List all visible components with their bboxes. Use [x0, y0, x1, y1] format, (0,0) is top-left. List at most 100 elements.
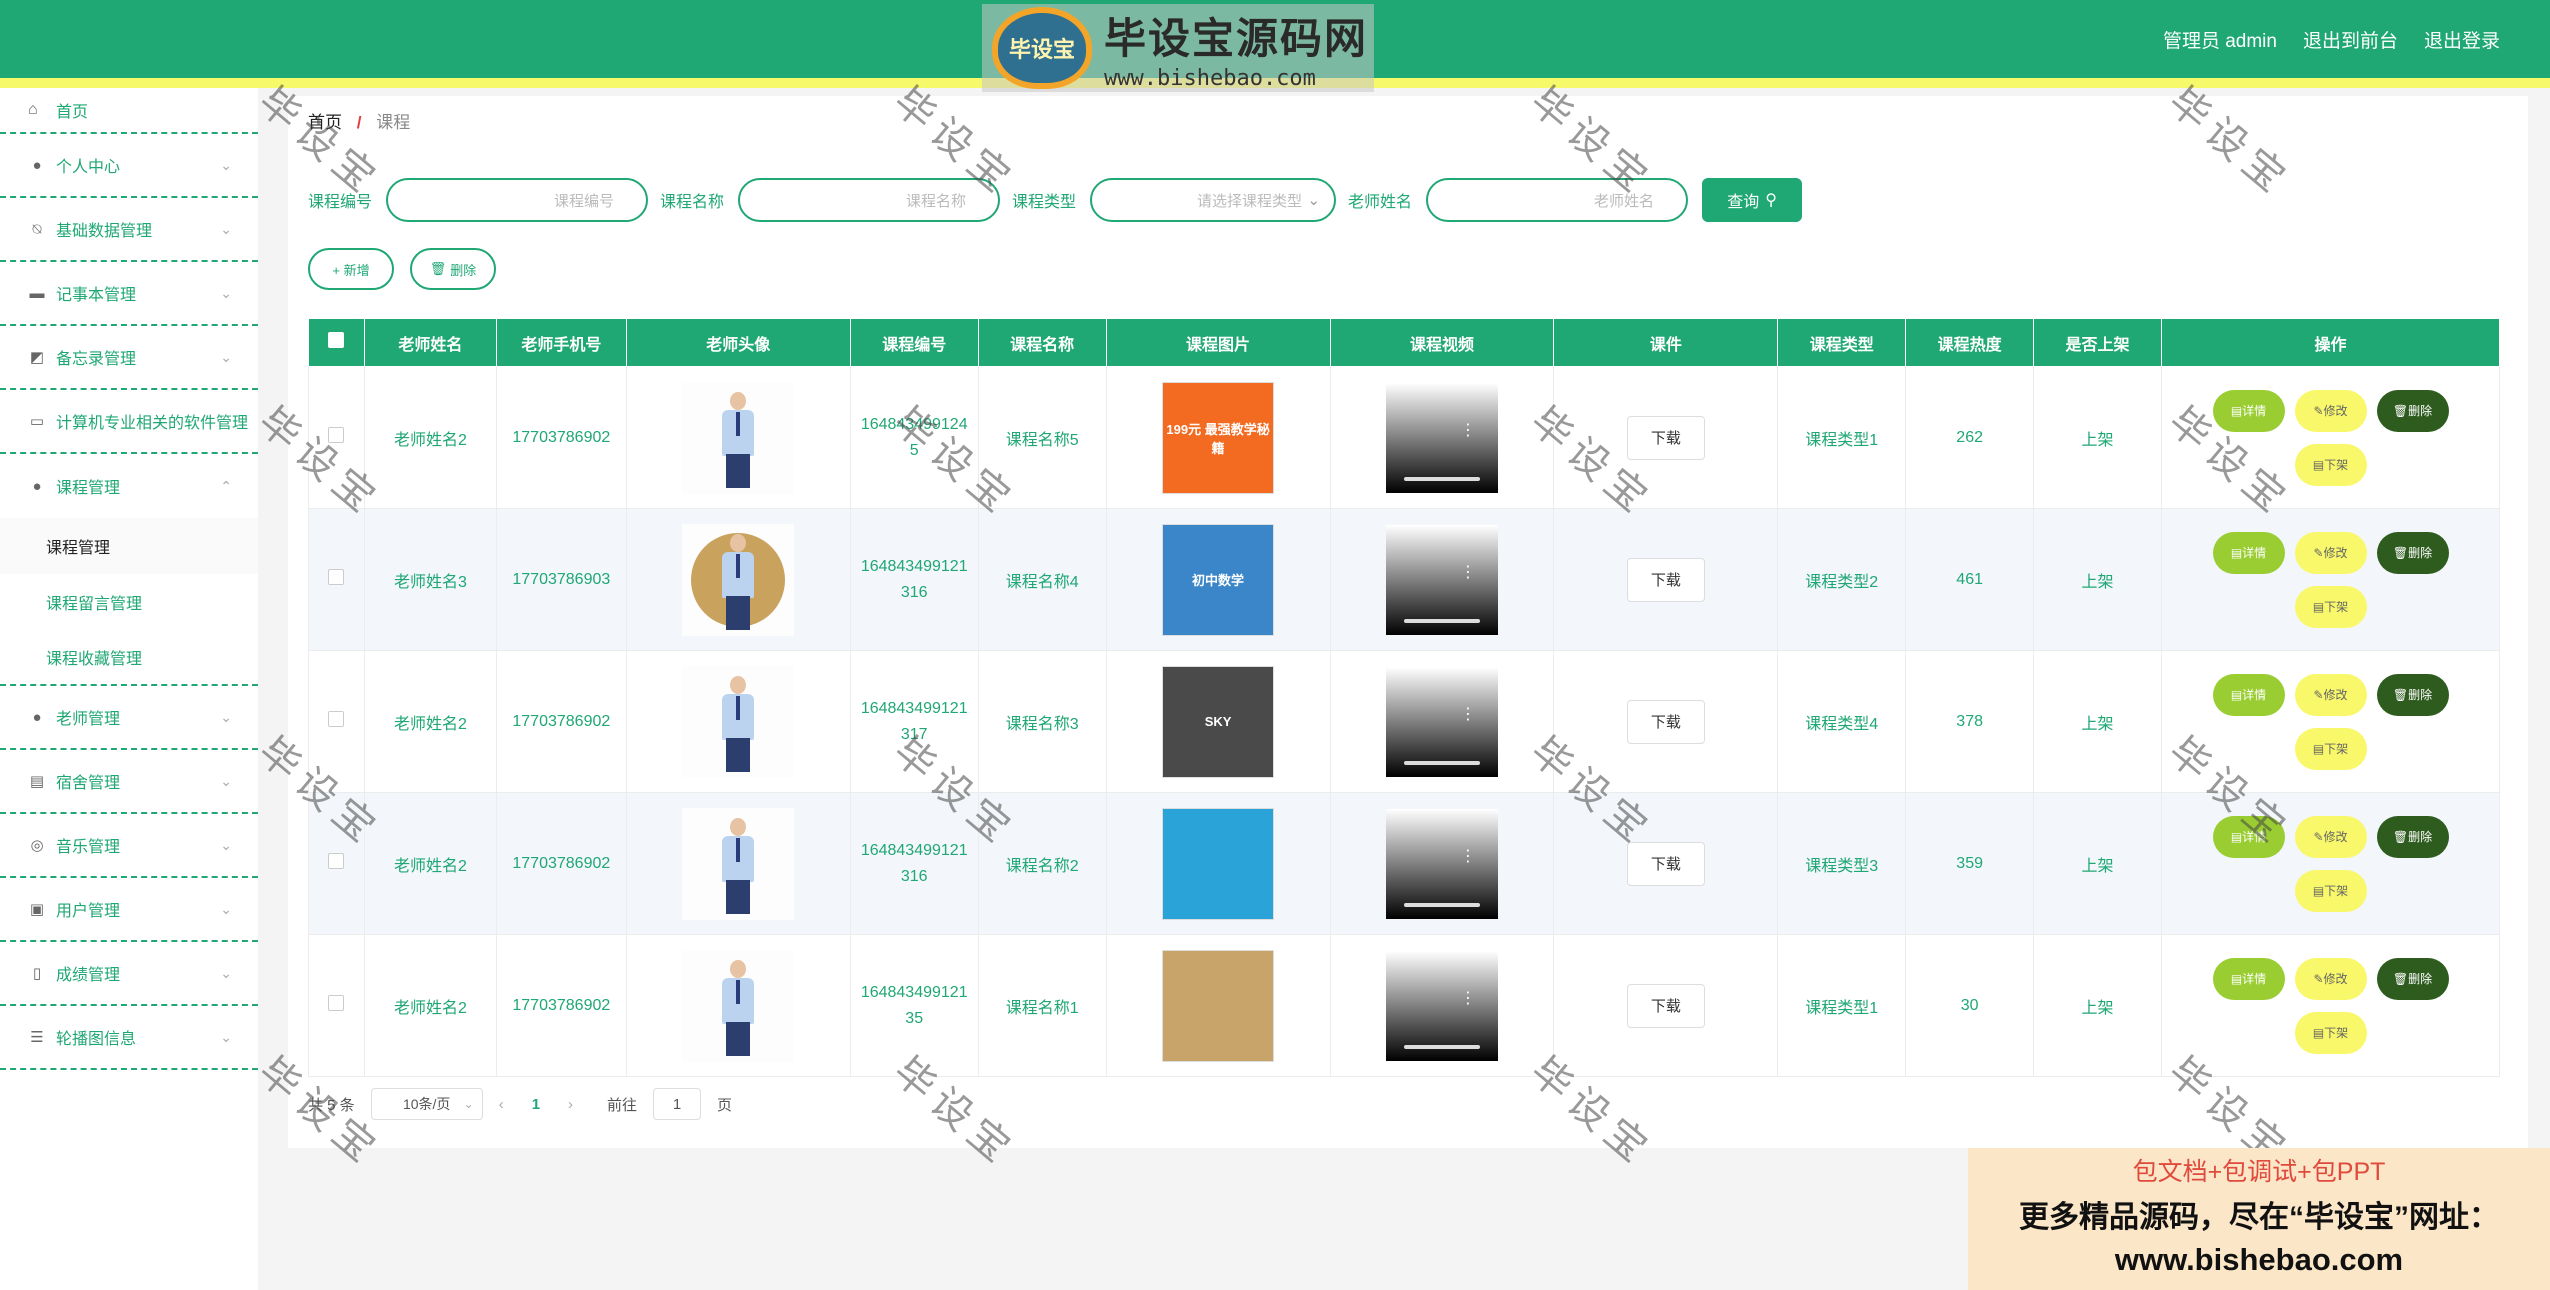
- row-delete-button[interactable]: 🗑 删除: [2376, 673, 2449, 716]
- course-video-player[interactable]: ⋮: [1385, 950, 1498, 1061]
- row-checkbox[interactable]: [328, 711, 345, 727]
- detail-label: 详情: [2242, 830, 2267, 844]
- row-checkbox[interactable]: [328, 427, 345, 443]
- more-options-icon[interactable]: ⋮: [1460, 564, 1476, 580]
- sidebar-item-profile[interactable]: ● 个人中心 ⌄: [0, 134, 258, 198]
- offline-button[interactable]: ▤ 下架: [2294, 585, 2367, 628]
- edit-button[interactable]: ✎ 修改: [2294, 389, 2367, 432]
- edit-button[interactable]: ✎ 修改: [2294, 673, 2367, 716]
- course-type-select[interactable]: 请选择课程类型 ⌄: [1090, 178, 1337, 222]
- user-icon: ●: [32, 477, 42, 495]
- query-button[interactable]: 查询 ⚲: [1702, 178, 1803, 222]
- breadcrumb-home[interactable]: 首页: [308, 113, 342, 132]
- col-course-no: 课程编号: [849, 318, 979, 367]
- sidebar-item-label: 轮播图信息: [56, 1031, 137, 1048]
- col-course-image: 课程图片: [1105, 318, 1331, 367]
- sidebar-item-home[interactable]: ⌂ 首页: [0, 88, 258, 134]
- sidebar-item-users[interactable]: ▣ 用户管理 ⌄: [0, 878, 258, 942]
- sidebar-item-basic-data[interactable]: ⍉ 基础数据管理 ⌄: [0, 198, 258, 262]
- edit-button[interactable]: ✎ 修改: [2294, 815, 2367, 858]
- download-button[interactable]: 下载: [1626, 983, 1705, 1028]
- detail-button[interactable]: ▤ 详情: [2212, 815, 2285, 858]
- row-select-cell[interactable]: [308, 508, 365, 651]
- select-all-checkbox[interactable]: [328, 332, 345, 348]
- row-delete-button[interactable]: 🗑 删除: [2376, 957, 2449, 1000]
- sidebar-item-course[interactable]: ● 课程管理 ⌃: [0, 454, 258, 518]
- edit-label: 修改: [2323, 546, 2348, 560]
- teacher-avatar-cell: [625, 934, 851, 1077]
- table-row: 老师姓名2 17703786902 164843499121316 课程名称2 …: [308, 792, 2500, 935]
- edit-button[interactable]: ✎ 修改: [2294, 531, 2367, 574]
- video-progress-bar[interactable]: [1403, 1044, 1480, 1049]
- sidebar-item-software[interactable]: ▭ 计算机专业相关的软件管理: [0, 390, 258, 454]
- video-progress-bar[interactable]: [1403, 618, 1480, 623]
- more-options-icon[interactable]: ⋮: [1460, 848, 1476, 864]
- course-video-player[interactable]: ⋮: [1385, 382, 1498, 493]
- site-logo: 毕设宝 毕设宝源码网 www.bishebao.com: [982, 4, 1374, 92]
- row-delete-button[interactable]: 🗑 删除: [2376, 389, 2449, 432]
- row-delete-button[interactable]: 🗑 删除: [2376, 815, 2449, 858]
- offline-button[interactable]: ▤ 下架: [2294, 1011, 2367, 1054]
- download-button[interactable]: 下载: [1626, 841, 1705, 886]
- sidebar-subitem-course-favorite[interactable]: 课程收藏管理: [0, 630, 258, 686]
- logout-link[interactable]: 退出登录: [2424, 26, 2500, 53]
- query-label: 查询: [1727, 194, 1760, 211]
- row-select-cell[interactable]: [308, 366, 365, 509]
- chevron-up-icon: ⌃: [220, 477, 232, 494]
- course-video-player[interactable]: ⋮: [1385, 808, 1498, 919]
- detail-button[interactable]: ▤ 详情: [2212, 389, 2285, 432]
- download-button[interactable]: 下载: [1626, 699, 1705, 744]
- next-page-icon[interactable]: ›: [568, 1096, 573, 1113]
- course-no-input[interactable]: 课程编号: [386, 178, 649, 222]
- page-size-select[interactable]: 10条/页 ⌄: [370, 1088, 483, 1120]
- offline-button[interactable]: ▤ 下架: [2294, 727, 2367, 770]
- more-options-icon[interactable]: ⋮: [1460, 422, 1476, 438]
- course-video-player[interactable]: ⋮: [1385, 524, 1498, 635]
- row-checkbox[interactable]: [328, 853, 345, 869]
- more-options-icon[interactable]: ⋮: [1460, 706, 1476, 722]
- course-video-player[interactable]: ⋮: [1385, 666, 1498, 777]
- video-progress-bar[interactable]: [1403, 902, 1480, 907]
- row-select-cell[interactable]: [308, 934, 365, 1077]
- sidebar-subitem-course-comment[interactable]: 课程留言管理: [0, 574, 258, 630]
- back-to-front-link[interactable]: 退出到前台: [2303, 26, 2398, 53]
- course-name-input[interactable]: 课程名称: [738, 178, 1001, 222]
- goto-page-input[interactable]: 1: [653, 1088, 702, 1120]
- sidebar-item-notebook[interactable]: ▬ 记事本管理 ⌄: [0, 262, 258, 326]
- sidebar-item-music[interactable]: ◎ 音乐管理 ⌄: [0, 814, 258, 878]
- chevron-down-icon: ⌄: [220, 772, 232, 789]
- course-image-cell: SKY: [1105, 650, 1331, 793]
- detail-button[interactable]: ▤ 详情: [2212, 673, 2285, 716]
- row-delete-button[interactable]: 🗑 删除: [2376, 531, 2449, 574]
- sidebar-item-carousel[interactable]: ☰ 轮播图信息 ⌄: [0, 1006, 258, 1070]
- prev-page-icon[interactable]: ‹: [499, 1096, 504, 1113]
- video-progress-bar[interactable]: [1403, 476, 1480, 481]
- page-number[interactable]: 1: [532, 1096, 540, 1113]
- more-options-icon[interactable]: ⋮: [1460, 990, 1476, 1006]
- select-all-cell[interactable]: [308, 318, 365, 367]
- teacher-avatar: [682, 949, 795, 1062]
- download-button[interactable]: 下载: [1626, 557, 1705, 602]
- sidebar-item-scores[interactable]: ▯ 成绩管理 ⌄: [0, 942, 258, 1006]
- offline-button[interactable]: ▤ 下架: [2294, 869, 2367, 912]
- row-select-cell[interactable]: [308, 792, 365, 935]
- sidebar-item-teacher[interactable]: ● 老师管理 ⌄: [0, 686, 258, 750]
- video-progress-bar[interactable]: [1403, 760, 1480, 765]
- teacher-name-input[interactable]: 老师姓名: [1426, 178, 1689, 222]
- sidebar-subitem-course[interactable]: 课程管理: [0, 518, 258, 574]
- download-button[interactable]: 下载: [1626, 415, 1705, 460]
- row-select-cell[interactable]: [308, 650, 365, 793]
- row-checkbox[interactable]: [328, 569, 345, 585]
- action-bar: + 新增 🗑 删除: [308, 248, 496, 290]
- promo-banner: 包文档+包调试+包PPT 更多精品源码，尽在“毕设宝”网址： www.bishe…: [1968, 1148, 2550, 1290]
- detail-button[interactable]: ▤ 详情: [2212, 957, 2285, 1000]
- sidebar-item-dorm[interactable]: ▤ 宿舍管理 ⌄: [0, 750, 258, 814]
- detail-label: 详情: [2242, 972, 2267, 986]
- edit-button[interactable]: ✎ 修改: [2294, 957, 2367, 1000]
- sidebar-item-memo[interactable]: ◩ 备忘录管理 ⌄: [0, 326, 258, 390]
- detail-button[interactable]: ▤ 详情: [2212, 531, 2285, 574]
- offline-button[interactable]: ▤ 下架: [2294, 443, 2367, 486]
- delete-button[interactable]: 🗑 删除: [410, 248, 496, 290]
- row-checkbox[interactable]: [328, 995, 345, 1011]
- add-button[interactable]: + 新增: [308, 248, 394, 290]
